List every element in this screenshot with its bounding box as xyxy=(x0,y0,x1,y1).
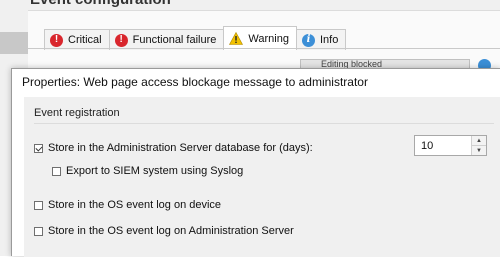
store-os-device-option[interactable]: Store in the OS event log on device xyxy=(34,199,221,211)
event-registration-group: Event registration Store in the Administ… xyxy=(24,97,500,257)
spin-down-icon[interactable]: ▼ xyxy=(472,145,486,155)
spin-up-icon[interactable]: ▲ xyxy=(472,136,486,145)
severity-tabs: ! Critical ! Functional failure Warning … xyxy=(44,26,347,50)
info-icon: i xyxy=(301,33,315,47)
warning-icon xyxy=(229,32,244,45)
section-divider xyxy=(34,123,494,124)
store-os-admin-label: Store in the OS event log on Administrat… xyxy=(48,225,294,237)
critical-icon: ! xyxy=(50,33,63,47)
tab-label: Warning xyxy=(248,32,289,45)
store-os-device-checkbox[interactable] xyxy=(34,200,43,210)
left-nav-strip xyxy=(0,32,28,54)
store-os-device-label: Store in the OS event log on device xyxy=(48,199,222,211)
store-os-admin-checkbox[interactable] xyxy=(34,226,43,236)
tab-label: Critical xyxy=(68,34,102,46)
tab-label: Functional failure xyxy=(132,34,217,46)
export-siem-option[interactable]: Export to SIEM system using Syslog xyxy=(52,165,243,177)
export-siem-label: Export to SIEM system using Syslog xyxy=(66,165,244,177)
store-admin-db-checkbox[interactable] xyxy=(34,143,43,153)
tab-functional-failure[interactable]: ! Functional failure xyxy=(108,29,225,50)
tab-label: Info xyxy=(319,34,339,46)
tab-warning[interactable]: Warning xyxy=(223,26,297,50)
event-configuration-title: Event configuration xyxy=(30,0,171,11)
days-input[interactable] xyxy=(415,136,471,155)
export-siem-checkbox[interactable] xyxy=(52,166,61,176)
properties-dialog: Properties: Web page access blockage mes… xyxy=(11,68,500,257)
dialog-title: Properties: Web page access blockage mes… xyxy=(22,75,368,89)
tab-info[interactable]: i Info xyxy=(295,29,347,50)
tab-content-border xyxy=(28,48,500,49)
tab-critical[interactable]: ! Critical xyxy=(44,29,110,50)
days-spinner[interactable]: ▲ ▼ xyxy=(414,135,487,156)
store-admin-db-option[interactable]: Store in the Administration Server datab… xyxy=(34,142,313,154)
store-admin-db-label: Store in the Administration Server datab… xyxy=(48,142,313,154)
store-os-admin-option[interactable]: Store in the OS event log on Administrat… xyxy=(34,225,294,237)
functional-failure-icon: ! xyxy=(114,33,128,47)
section-title: Event registration xyxy=(34,107,120,119)
